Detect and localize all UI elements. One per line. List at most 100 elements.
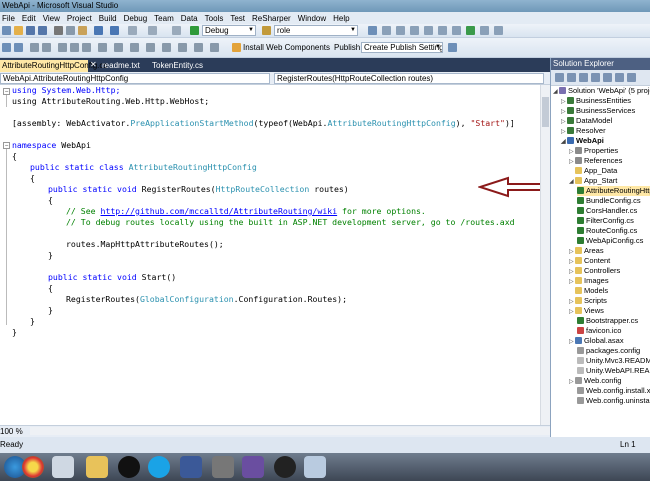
skype-icon[interactable]: [148, 456, 170, 478]
tree-item-file[interactable]: RouteConfig.cs: [577, 226, 637, 236]
find-icon[interactable]: [262, 26, 271, 35]
tree-item-file[interactable]: CorsHandler.cs: [577, 206, 637, 216]
refresh-icon[interactable]: [579, 73, 588, 82]
web-components-icon[interactable]: [232, 43, 241, 52]
solution-configurations-icon[interactable]: [172, 26, 181, 35]
member-combo[interactable]: RegisterRoutes(HttpRouteCollection route…: [274, 73, 544, 84]
uncomment-icon[interactable]: [14, 43, 23, 52]
tree-item-file[interactable]: Unity.WebAPI.README.txt: [577, 366, 650, 376]
tree-item-solution[interactable]: ◢Solution 'WebApi' (5 projects): [553, 86, 650, 96]
toolbar-icon-m[interactable]: [162, 43, 171, 52]
toolbar-icon-j[interactable]: [114, 43, 123, 52]
tree-item-file[interactable]: Web.config.install.xdt: [577, 386, 650, 396]
save-all-icon[interactable]: [38, 26, 47, 35]
tree-item-project[interactable]: ▷ DataModel: [561, 116, 612, 126]
outdent-icon[interactable]: [42, 43, 51, 52]
close-icon[interactable]: ✕: [90, 60, 97, 69]
tree-item-file[interactable]: favicon.ico: [577, 326, 621, 336]
tree-item-project[interactable]: ▷ BusinessEntities: [561, 96, 631, 106]
menu-help[interactable]: Help: [333, 14, 349, 23]
tree-item-folder[interactable]: App_Data: [569, 166, 617, 176]
menu-build[interactable]: Build: [99, 14, 117, 23]
tree-item-folder[interactable]: ▷ References: [569, 156, 622, 166]
tree-item-file[interactable]: ▷ Web.config: [569, 376, 621, 386]
editor-vertical-scrollbar[interactable]: [540, 85, 550, 425]
tree-item-folder[interactable]: ▷ Views: [569, 306, 604, 316]
tree-item-folder[interactable]: ▷ Scripts: [569, 296, 607, 306]
show-all-files-icon[interactable]: [567, 73, 576, 82]
tree-item-folder[interactable]: Models: [569, 286, 608, 296]
menu-debug[interactable]: Debug: [124, 14, 148, 23]
open-icon[interactable]: [14, 26, 23, 35]
find-combo[interactable]: role ▼: [274, 25, 358, 36]
scrollbar-thumb[interactable]: [542, 97, 549, 127]
app-icon-a[interactable]: [52, 456, 74, 478]
paint-icon[interactable]: [304, 456, 326, 478]
tree-item-folder[interactable]: ▷ Content: [569, 256, 610, 266]
publish-combo[interactable]: Create Publish Settings ▼: [361, 42, 443, 53]
toolbar-icon-l[interactable]: [146, 43, 155, 52]
toolbar-icon-p[interactable]: [210, 43, 219, 52]
tree-item-file[interactable]: Web.config.uninstall.xdt: [577, 396, 650, 406]
menu-view[interactable]: View: [43, 14, 60, 23]
tab-readme[interactable]: readme.txt: [100, 60, 144, 72]
toolbar-icon-g[interactable]: [466, 26, 475, 35]
configuration-combo[interactable]: Debug ▼: [202, 25, 256, 36]
menu-team[interactable]: Team: [154, 14, 174, 23]
save-icon[interactable]: [26, 26, 35, 35]
menu-window[interactable]: Window: [298, 14, 326, 23]
navigate-back-icon[interactable]: [128, 26, 137, 35]
toolbar-icon-k[interactable]: [130, 43, 139, 52]
view-code-icon[interactable]: [591, 73, 600, 82]
tree-item-file[interactable]: FilterConfig.cs: [577, 216, 634, 226]
tree-item-project[interactable]: ▷ Resolver: [561, 126, 606, 136]
paste-icon[interactable]: [78, 26, 87, 35]
editor-horizontal-scrollbar[interactable]: [30, 427, 550, 435]
menu-tools[interactable]: Tools: [205, 14, 224, 23]
bookmark-next-icon[interactable]: [82, 43, 91, 52]
indent-icon[interactable]: [30, 43, 39, 52]
toolbar-icon-f[interactable]: [452, 26, 461, 35]
tree-item-folder[interactable]: ▷ Controllers: [569, 266, 620, 276]
tree-item-file[interactable]: packages.config: [577, 346, 640, 356]
menu-resharper[interactable]: ReSharper: [252, 14, 291, 23]
toolbar-icon-c[interactable]: [410, 26, 419, 35]
format-icon[interactable]: [98, 43, 107, 52]
tree-item-folder[interactable]: ◢ App_Start: [569, 176, 617, 186]
tree-item-file[interactable]: WebApiConfig.cs: [577, 236, 643, 246]
app-icon-p[interactable]: [118, 456, 140, 478]
copy-website-icon[interactable]: [627, 73, 636, 82]
comment-icon[interactable]: [2, 43, 11, 52]
toolbar-icon-h[interactable]: [480, 26, 489, 35]
toolbar-icon-o[interactable]: [194, 43, 203, 52]
tab-attribute-routing-http-config[interactable]: AttributeRoutingHttpConfig.cs: [0, 60, 107, 72]
tree-item-folder[interactable]: ▷ Properties: [569, 146, 618, 156]
github-icon[interactable]: [274, 456, 296, 478]
toolbar-icon-e[interactable]: [438, 26, 447, 35]
navigate-forward-icon[interactable]: [148, 26, 157, 35]
code-editor[interactable]: − using System.Web.Http; using Attribute…: [0, 85, 540, 425]
menu-project[interactable]: Project: [67, 14, 92, 23]
redo-icon[interactable]: [110, 26, 119, 35]
bookmark-icon[interactable]: [58, 43, 67, 52]
menu-data[interactable]: Data: [181, 14, 198, 23]
tree-item-project[interactable]: ▷ BusinessServices: [561, 106, 635, 116]
tree-item-folder[interactable]: ▷ Areas: [569, 246, 604, 256]
toolbar-icon-d[interactable]: [424, 26, 433, 35]
class-diagram-icon[interactable]: [615, 73, 624, 82]
menu-edit[interactable]: Edit: [22, 14, 36, 23]
properties-icon[interactable]: [555, 73, 564, 82]
menu-file[interactable]: File: [2, 14, 15, 23]
tree-item-project-webapi[interactable]: ◢ WebApi: [561, 136, 604, 146]
toolbar-icon-i[interactable]: [494, 26, 503, 35]
undo-icon[interactable]: [94, 26, 103, 35]
tree-item-folder[interactable]: ▷ Images: [569, 276, 609, 286]
tree-item-file[interactable]: ▷ Global.asax: [569, 336, 624, 346]
explorer-icon[interactable]: [86, 456, 108, 478]
toolbar-icon-n[interactable]: [178, 43, 187, 52]
visual-studio-icon[interactable]: [242, 456, 264, 478]
tree-item-file[interactable]: BundleConfig.cs: [577, 196, 641, 206]
start-debugging-icon[interactable]: [190, 26, 199, 35]
zoom-level[interactable]: 100 %: [0, 427, 23, 436]
collapse-icon[interactable]: −: [3, 142, 10, 149]
